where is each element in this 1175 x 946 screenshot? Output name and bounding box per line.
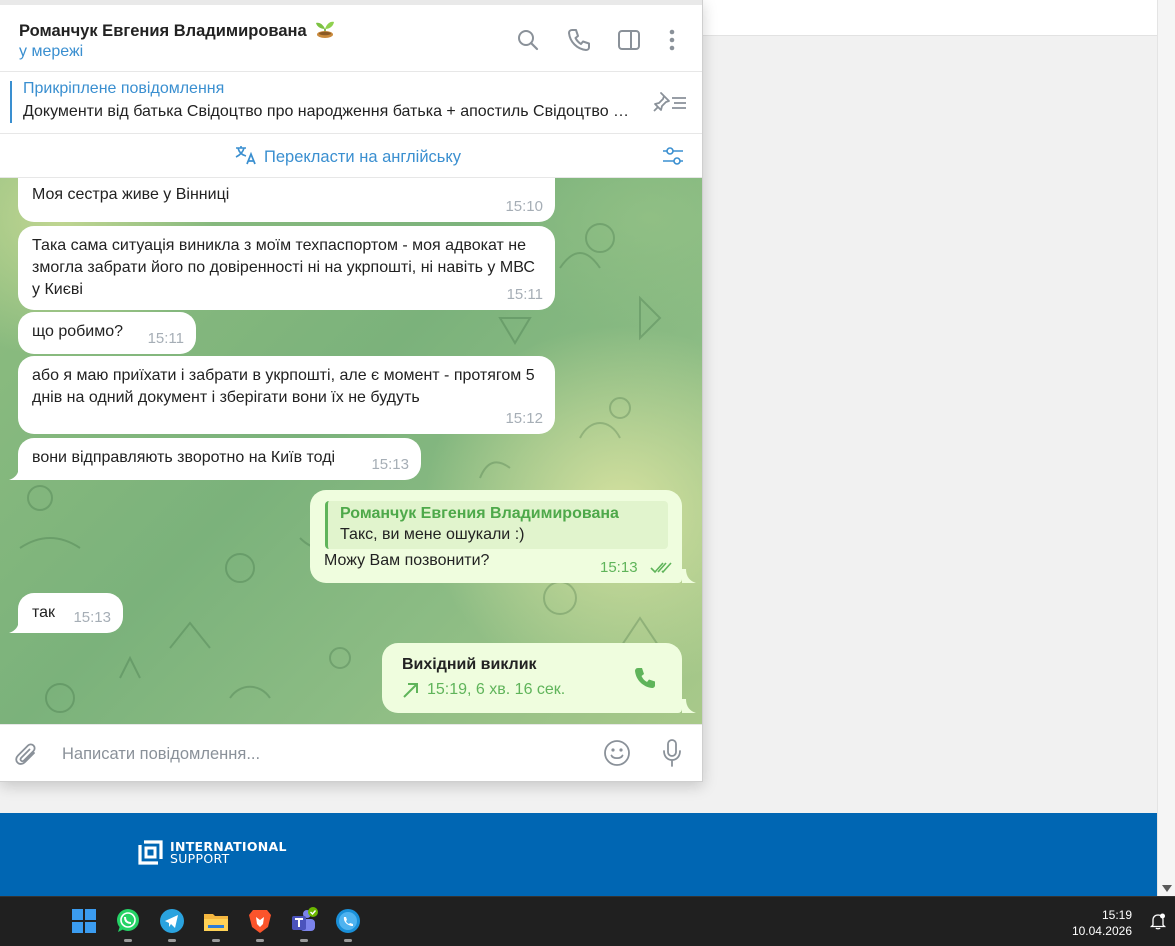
scroll-down-arrow-icon[interactable] [1162,885,1172,892]
running-indicator [300,939,308,942]
file-explorer-icon[interactable] [202,907,230,935]
message-time: 15:10 [505,198,543,215]
chat-title-text: Романчук Евгения Владимирована [19,22,307,40]
logo-text: INTERNATIONAL SUPPORT [170,840,287,866]
translate-settings-icon[interactable] [661,144,685,173]
pinned-title: Прикріплене повідомлення [23,80,225,97]
message-list[interactable]: Моя сестра живе у Вінниці 15:10 Така сам… [0,178,702,724]
microphone-icon[interactable] [660,738,684,773]
message-text: що робимо? [32,323,124,340]
skype-icon[interactable] [334,907,362,935]
message-time: 15:12 [505,410,543,427]
bubble-tail [682,569,696,583]
chat-header: Романчук Евгения Владимирована у мережі [0,5,702,72]
bubble-tail [682,699,696,713]
more-options-icon[interactable] [659,27,685,53]
chat-title[interactable]: Романчук Евгения Владимирована [19,17,336,44]
phone-call-icon[interactable] [566,27,592,53]
attach-paperclip-icon[interactable] [14,741,40,774]
reply-text: Такс, ви мене ошукали :) [340,526,525,543]
translate-bar: Перекласти на англійську [0,135,702,178]
double-check-read-icon [650,561,672,580]
call-title: Вихідний виклик [402,656,537,673]
pin-list-icon[interactable] [652,89,688,120]
windows-start-icon[interactable] [70,907,98,935]
translate-icon [234,144,258,171]
message-text: вони відправляють зворотно на Київ тоді [32,449,336,466]
message-bubble-incoming[interactable]: що робимо? 15:11 [18,312,196,354]
running-indicator [344,939,352,942]
chat-online-status: у мережі [19,43,84,60]
message-time: 15:11 [506,286,543,303]
message-input[interactable] [62,741,582,767]
message-time: 15:13 [600,559,638,576]
message-text: Моя сестра живе у Вінниці [32,186,230,203]
whatsapp-icon[interactable] [114,907,142,935]
sprout-emoji-icon [314,17,336,44]
message-composer [0,724,702,781]
pinned-accent-bar [10,81,12,123]
pinned-text: Документи від батька Свідоцтво про народ… [23,103,633,120]
call-back-phone-icon[interactable] [632,665,658,696]
windows-taskbar: 15:19 10.04.2026 [0,896,1175,946]
search-icon[interactable] [515,27,541,53]
teams-icon[interactable] [290,907,318,935]
clock-date: 10.04.2026 [1071,924,1132,938]
emoji-smile-icon[interactable] [603,739,631,772]
reply-author: Романчук Евгения Владимирована [340,505,619,522]
clock-time: 15:19 [1101,908,1132,922]
international-support-logo[interactable]: INTERNATIONAL SUPPORT [136,839,287,867]
running-indicator [256,939,264,942]
message-time: 15:11 [147,330,184,347]
message-text: так [32,604,56,621]
logo-line-2: SUPPORT [170,851,230,866]
pinned-message-bar[interactable]: Прикріплене повідомлення Документи від б… [0,73,702,134]
telegram-icon[interactable] [158,907,186,935]
message-text: або я маю приїхати і забрати в укрпошті,… [32,367,535,406]
sidebar-toggle-icon[interactable] [616,27,642,53]
system-clock[interactable]: 15:19 10.04.2026 [1072,907,1132,939]
bubble-tail [9,466,23,480]
message-time: 15:13 [73,609,111,626]
message-text: Така сама ситуація виникла з моїм техпас… [32,237,535,298]
translate-button[interactable]: Перекласти на англійську [234,144,461,171]
notification-bell-icon[interactable] [1149,912,1167,935]
message-time: 15:13 [371,456,409,473]
outgoing-arrow-icon [402,682,420,703]
message-bubble-incoming[interactable]: вони відправляють зворотно на Київ тоді … [18,438,421,480]
message-text: Можу Вам позвонити? [324,552,490,569]
footer-banner: INTERNATIONAL SUPPORT [0,813,1157,896]
message-bubble-incoming[interactable]: Моя сестра живе у Вінниці 15:10 [18,178,555,222]
translate-label: Перекласти на англійську [264,148,462,166]
page-scrollbar[interactable] [1157,0,1175,896]
reply-quote[interactable]: Романчук Евгения Владимирована Такс, ви … [325,501,668,549]
running-indicator [168,939,176,942]
running-indicator [124,939,132,942]
call-info: 15:19, 6 хв. 16 сек. [427,681,566,698]
message-bubble-incoming[interactable]: так 15:13 [18,593,123,633]
bubble-tail [9,619,23,633]
message-bubble-incoming[interactable]: або я маю приїхати і забрати в укрпошті,… [18,356,555,434]
brave-browser-icon[interactable] [246,907,274,935]
running-indicator [212,939,220,942]
message-bubble-incoming[interactable]: Така сама ситуація виникла з моїм техпас… [18,226,555,310]
telegram-chat-window: Романчук Евгения Владимирована у мережі [0,0,703,782]
logo-mark-icon [136,839,164,867]
